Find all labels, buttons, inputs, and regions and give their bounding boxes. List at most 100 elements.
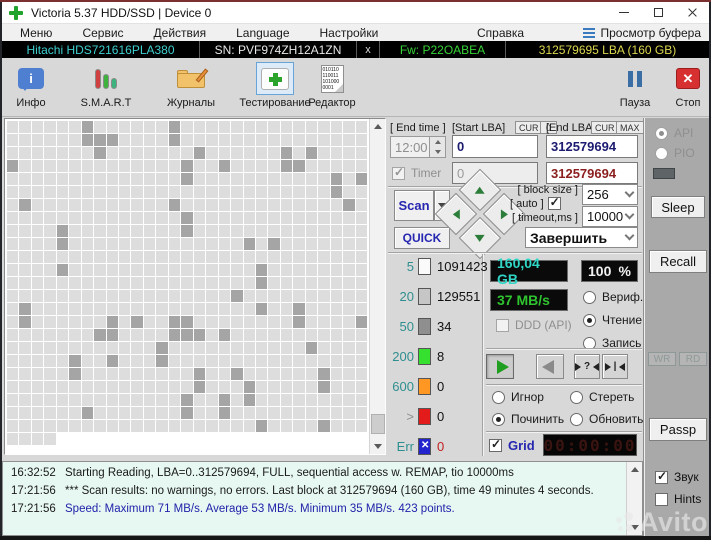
ignore-radio-row[interactable]: Игнор bbox=[492, 390, 544, 404]
stop-button[interactable]: ✕ Стоп bbox=[666, 62, 710, 109]
spin-down-button[interactable] bbox=[430, 147, 445, 157]
verify-radio[interactable] bbox=[583, 291, 596, 304]
block-map-cell bbox=[206, 290, 217, 302]
end-time-spinner[interactable]: 12:00 bbox=[390, 136, 446, 158]
api-radio[interactable] bbox=[655, 127, 668, 140]
sleep-button[interactable]: Sleep bbox=[651, 196, 705, 218]
end-lba-max-button[interactable]: MAX bbox=[616, 121, 644, 134]
erase-radio-row[interactable]: Стереть bbox=[570, 390, 634, 404]
pio-radio-row[interactable]: PIO bbox=[655, 146, 695, 160]
block-map-cell bbox=[82, 199, 93, 211]
wr-button[interactable]: WR bbox=[648, 352, 676, 366]
menu-item-language[interactable]: Language bbox=[236, 26, 289, 40]
block-size-select[interactable]: 256 bbox=[582, 184, 638, 205]
scan-button[interactable]: Scan bbox=[394, 190, 434, 221]
erase-radio[interactable] bbox=[570, 391, 583, 404]
seek-error-button[interactable]: ? bbox=[574, 354, 600, 379]
block-map-cell bbox=[219, 186, 230, 198]
menu-item-help[interactable]: Справка bbox=[477, 26, 524, 40]
quick-button[interactable]: QUICK bbox=[394, 227, 450, 249]
end-lba-cur-button[interactable]: CUR bbox=[591, 121, 619, 134]
passp-button[interactable]: Passp bbox=[649, 418, 707, 441]
refresh-radio[interactable] bbox=[570, 413, 583, 426]
sound-checkbox-row[interactable]: Звук bbox=[655, 470, 699, 484]
stat-count: 0 bbox=[437, 379, 444, 394]
spin-up-button[interactable] bbox=[430, 137, 445, 147]
verify-radio-row[interactable]: Вериф. bbox=[583, 290, 643, 304]
block-map-cell bbox=[231, 238, 242, 250]
read-radio[interactable] bbox=[583, 314, 596, 327]
block-map-cell bbox=[293, 251, 304, 263]
grid-checkbox-row[interactable]: Grid bbox=[489, 438, 535, 453]
scroll-down-button[interactable] bbox=[370, 439, 386, 454]
refresh-radio-row[interactable]: Обновить bbox=[570, 412, 643, 426]
hints-checkbox-row[interactable]: Hints bbox=[655, 492, 701, 506]
menu-item-service[interactable]: Сервис bbox=[82, 26, 123, 40]
block-map-cell bbox=[107, 238, 118, 250]
scroll-up-button[interactable] bbox=[370, 119, 386, 134]
buffer-view-button[interactable]: Просмотр буфера bbox=[583, 26, 701, 40]
scroll-down-button[interactable] bbox=[627, 520, 643, 535]
block-map-cell bbox=[331, 264, 342, 276]
log-scrollbar[interactable] bbox=[626, 462, 642, 535]
close-button[interactable] bbox=[675, 2, 709, 23]
pause-button[interactable]: Пауза bbox=[610, 62, 660, 109]
block-map-cell bbox=[69, 251, 80, 263]
seek-end-button[interactable]: | bbox=[602, 354, 628, 379]
grid-checkbox[interactable] bbox=[489, 439, 502, 452]
rd-button[interactable]: RD bbox=[679, 352, 707, 366]
block-map-cell bbox=[19, 225, 30, 237]
read-radio-row[interactable]: Чтение bbox=[583, 313, 642, 327]
grid-label: Grid bbox=[508, 438, 535, 453]
block-map-cell bbox=[268, 160, 279, 172]
block-map-cell bbox=[219, 277, 230, 289]
block-map-cell bbox=[356, 173, 367, 185]
block-map-cell bbox=[7, 225, 18, 237]
menu-item-actions[interactable]: Действия bbox=[154, 26, 207, 40]
block-map-cell bbox=[268, 264, 279, 276]
recall-button[interactable]: Recall bbox=[649, 250, 707, 273]
block-map-cell bbox=[206, 147, 217, 159]
after-scan-action-select[interactable]: Завершить bbox=[525, 227, 638, 248]
start-lba-input[interactable]: 0 bbox=[452, 135, 538, 158]
auto-checkbox[interactable] bbox=[548, 197, 561, 210]
block-map-cell bbox=[107, 199, 118, 211]
block-map-cell bbox=[131, 199, 142, 211]
info-button[interactable]: i Инфо bbox=[8, 62, 54, 109]
menu-item-settings[interactable]: Настройки bbox=[320, 26, 379, 40]
timeout-select[interactable]: 10000 bbox=[582, 206, 638, 227]
menu-item-menu[interactable]: Меню bbox=[20, 26, 52, 40]
timer-checkbox[interactable] bbox=[392, 167, 405, 180]
sound-checkbox[interactable] bbox=[655, 471, 668, 484]
stat-label: 600 bbox=[390, 379, 414, 394]
remap-radio-row[interactable]: Починить bbox=[492, 412, 564, 426]
end-lba-input[interactable]: 312579694 bbox=[546, 135, 638, 158]
block-map-cell bbox=[206, 225, 217, 237]
smart-button[interactable]: S.M.A.R.T bbox=[74, 62, 138, 109]
maximize-button[interactable] bbox=[641, 2, 675, 23]
start-lba-cur-button[interactable]: CUR bbox=[515, 121, 543, 134]
auto-checkbox-row[interactable]: [ auto ] bbox=[510, 197, 561, 210]
journals-button[interactable]: Журналы bbox=[162, 62, 220, 109]
ignore-radio[interactable] bbox=[492, 391, 505, 404]
scroll-up-button[interactable] bbox=[627, 462, 643, 477]
block-map-cell bbox=[206, 121, 217, 133]
play-button[interactable] bbox=[486, 354, 514, 379]
remap-radio[interactable] bbox=[492, 413, 505, 426]
block-map-scrollbar[interactable] bbox=[369, 119, 385, 454]
pio-radio[interactable] bbox=[655, 147, 668, 160]
spinner-buttons[interactable] bbox=[430, 136, 446, 158]
minimize-button[interactable] bbox=[607, 2, 641, 23]
rewind-button[interactable] bbox=[536, 354, 564, 379]
timer-checkbox-row[interactable]: Timer bbox=[392, 166, 441, 180]
scrollbar-thumb[interactable] bbox=[371, 414, 385, 434]
block-map-cell bbox=[94, 264, 105, 276]
ddd-checkbox-row[interactable]: DDD (API) bbox=[496, 318, 572, 332]
block-map-cell bbox=[194, 121, 205, 133]
block-map-cell bbox=[131, 420, 142, 432]
block-map-cell bbox=[194, 147, 205, 159]
hints-checkbox[interactable] bbox=[655, 493, 668, 506]
ddd-checkbox[interactable] bbox=[496, 319, 509, 332]
api-radio-row[interactable]: API bbox=[655, 126, 693, 140]
editor-button[interactable]: 010110 110011 101000 0001 Редактор bbox=[302, 62, 362, 109]
